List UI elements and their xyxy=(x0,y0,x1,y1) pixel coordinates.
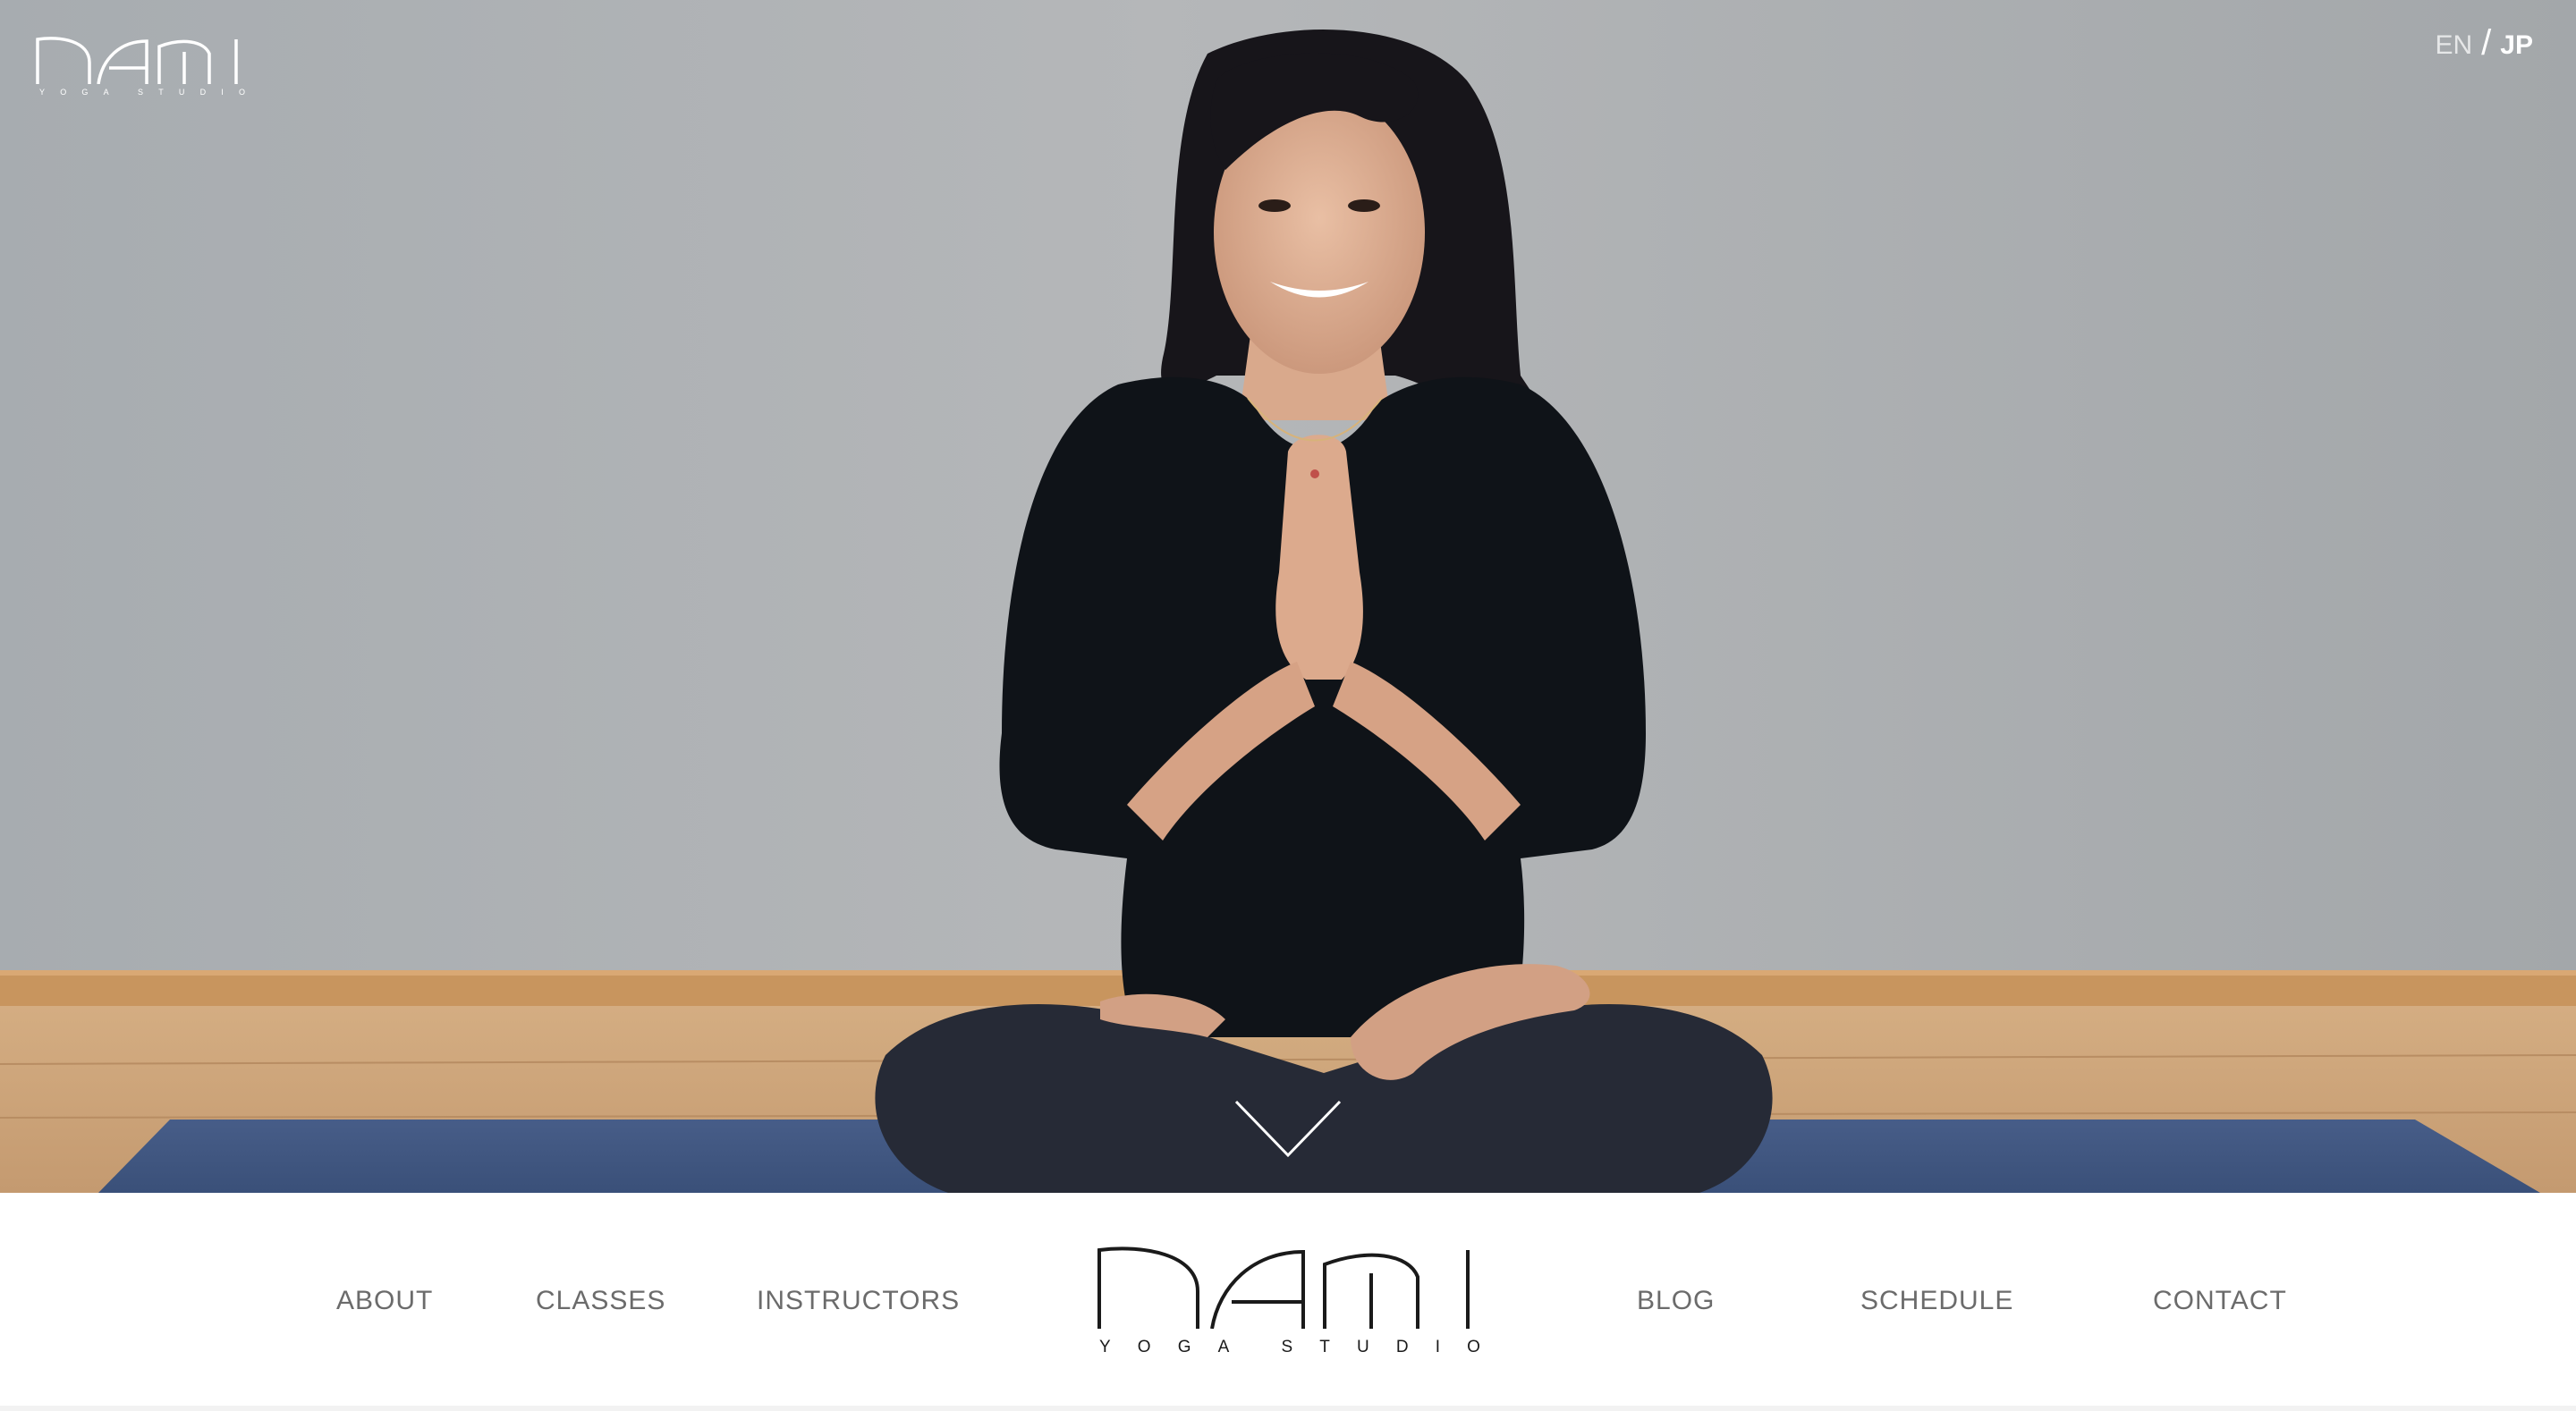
nav-schedule-link[interactable]: SCHEDULE xyxy=(1860,1286,2013,1316)
nav-blog-link[interactable]: BLOG xyxy=(1637,1286,1715,1316)
hero-section: Y O G A S T U D I O EN / JP xyxy=(0,0,2576,1193)
center-logo-tagline: Y O G A S T U D I O xyxy=(1099,1338,1482,1356)
nav-contact-link[interactable]: CONTACT xyxy=(2153,1286,2287,1316)
header-logo[interactable]: Y O G A S T U D I O xyxy=(34,34,247,100)
center-logo[interactable]: Y O G A S T U D I O xyxy=(1096,1243,1486,1359)
nami-logo-icon xyxy=(1097,1246,1470,1329)
lang-en-link[interactable]: EN xyxy=(2435,30,2472,61)
nav-instructors-link[interactable]: INSTRUCTORS xyxy=(757,1286,960,1316)
chevron-down-icon xyxy=(1234,1100,1342,1158)
nami-logo-icon xyxy=(36,37,238,84)
main-nav: ABOUT CLASSES INSTRUCTORS Y O G A S T U … xyxy=(0,1193,2576,1411)
lang-separator: / xyxy=(2481,23,2492,63)
nav-divider xyxy=(0,1406,2576,1411)
language-switch: EN / JP xyxy=(2435,23,2533,63)
hero-photo xyxy=(0,0,2576,1193)
page: Y O G A S T U D I O EN / JP ABOUT CLASSE… xyxy=(0,0,2576,1411)
nav-classes-link[interactable]: CLASSES xyxy=(536,1286,665,1316)
nav-about-link[interactable]: ABOUT xyxy=(336,1286,433,1316)
header-logo-tagline: Y O G A S T U D I O xyxy=(39,88,247,97)
lang-jp-link[interactable]: JP xyxy=(2500,30,2533,61)
scroll-down-button[interactable] xyxy=(1233,1098,1343,1161)
